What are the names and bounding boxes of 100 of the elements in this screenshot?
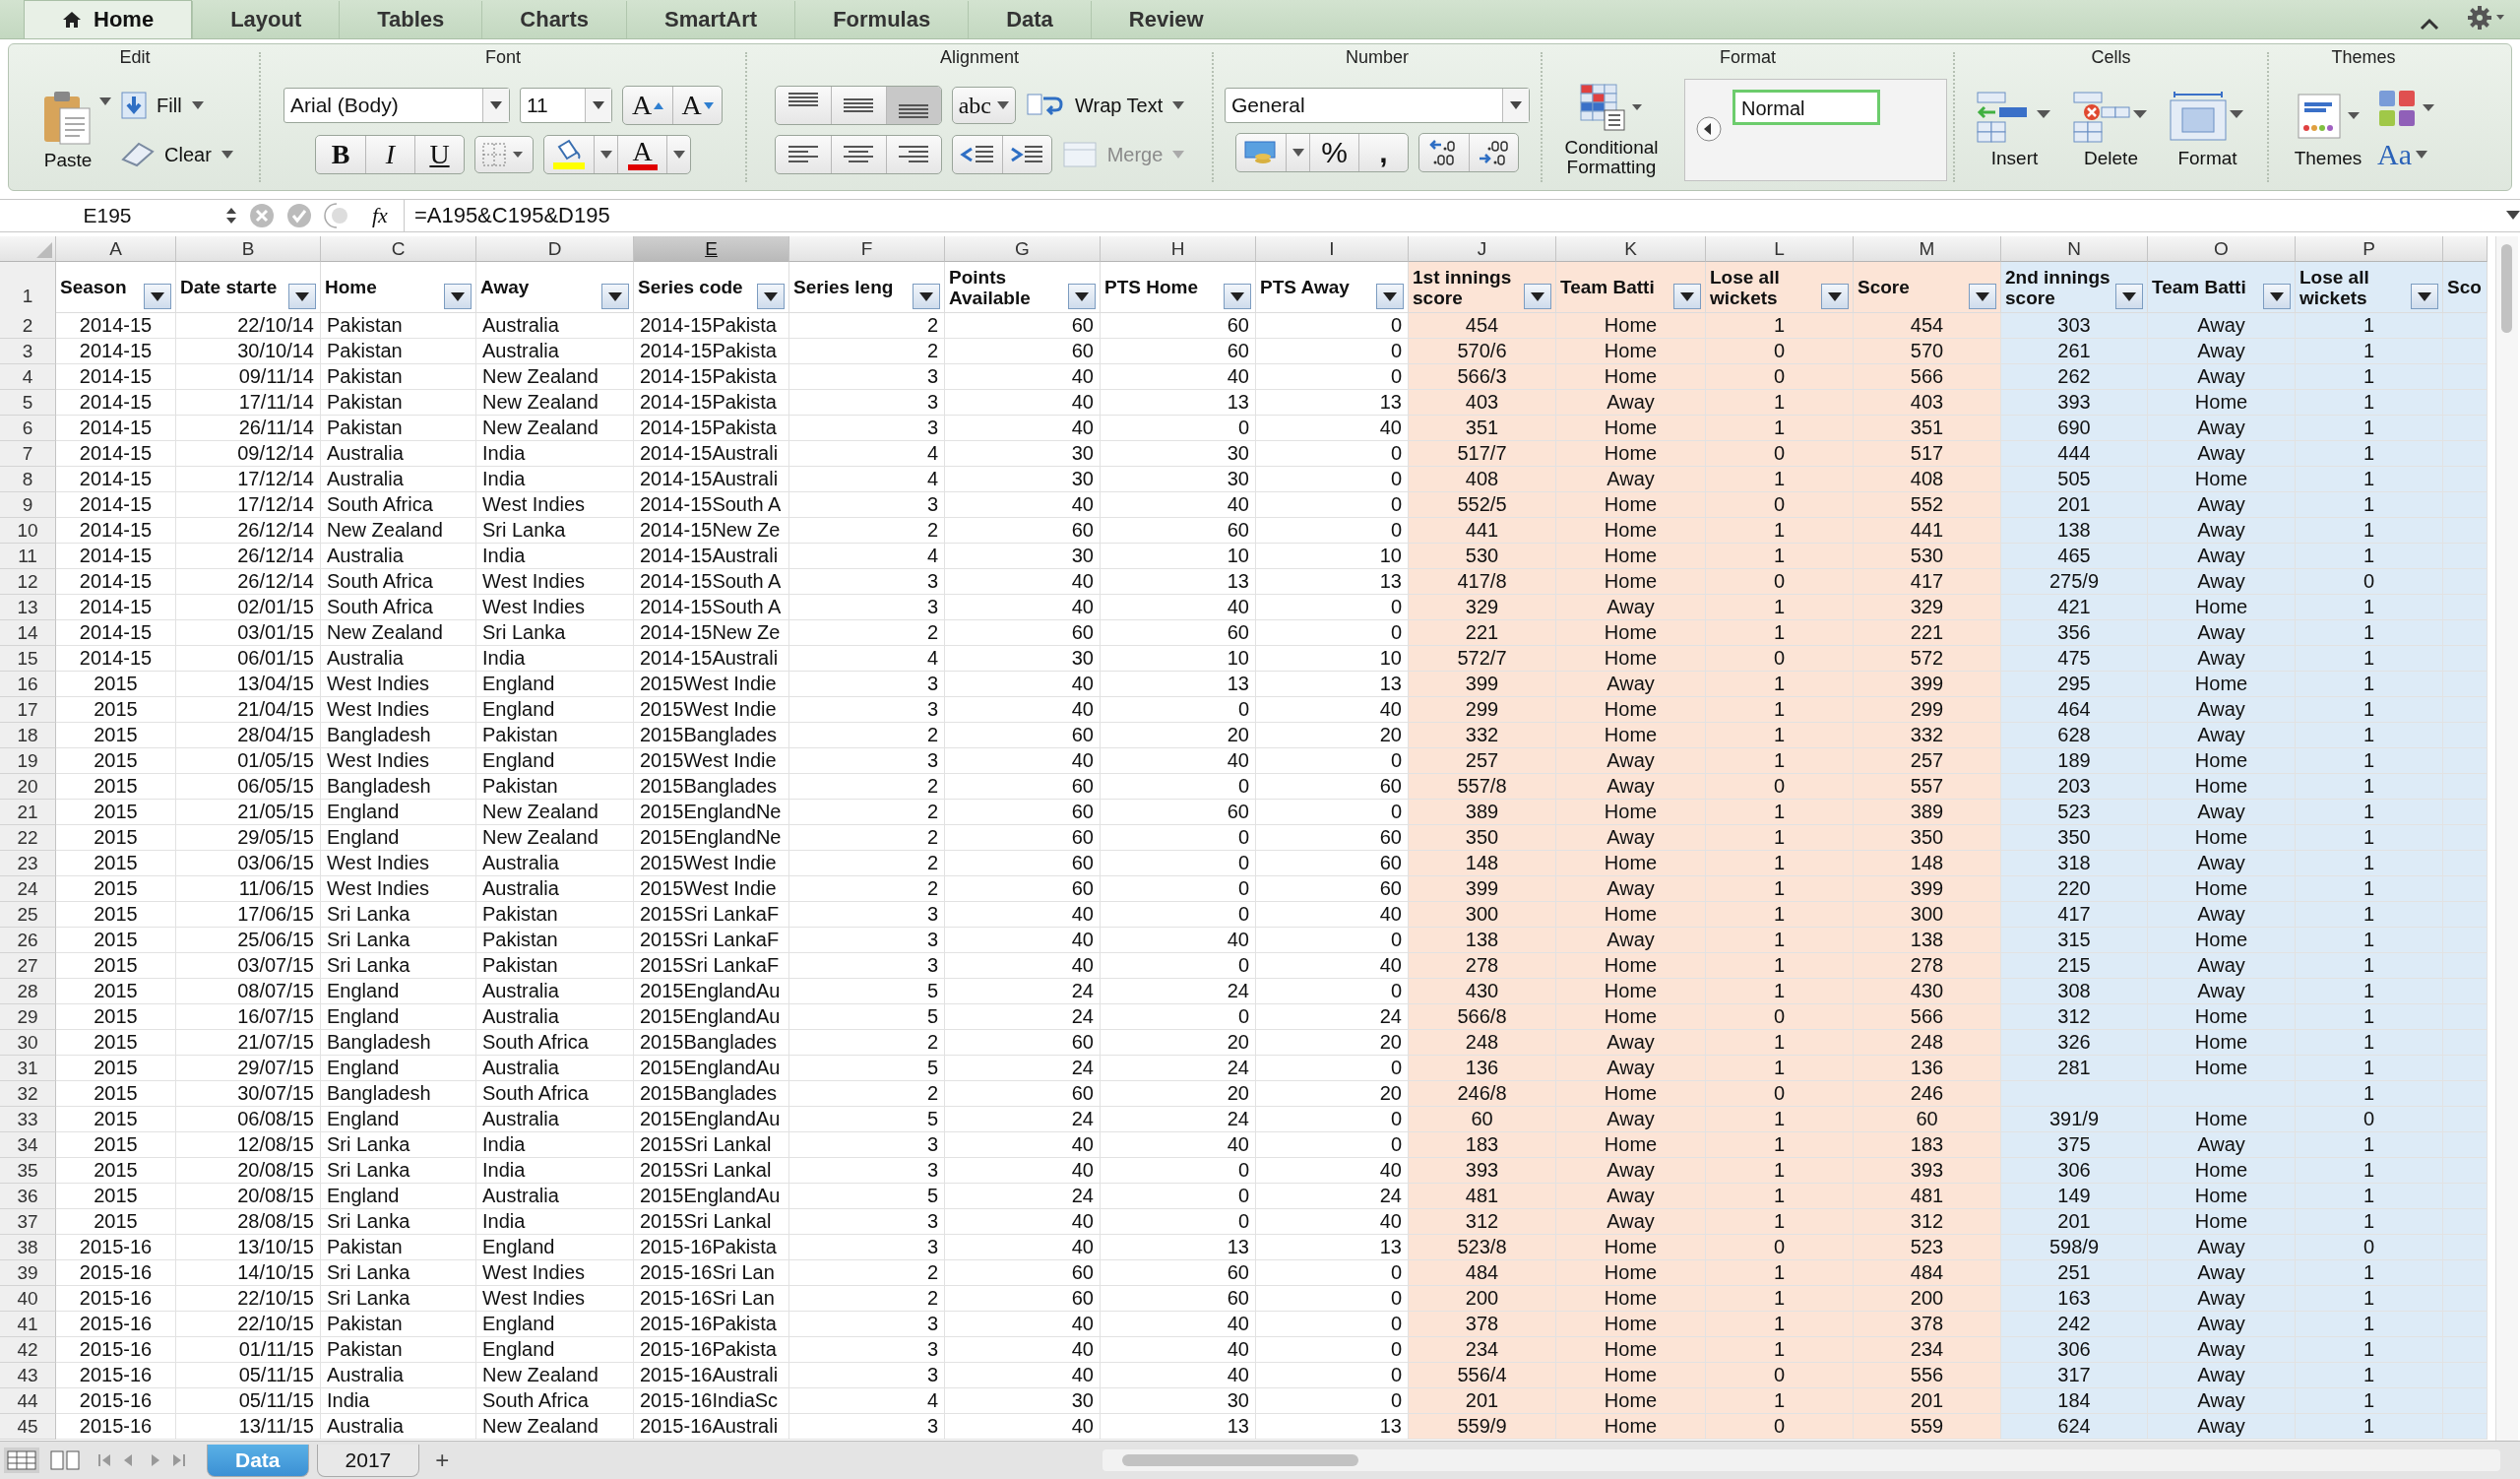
filter-button[interactable] (1673, 284, 1701, 309)
font-size-dropdown[interactable]: 11 (520, 88, 612, 123)
collapse-caret-icon[interactable] (2420, 17, 2439, 31)
table-cell: 1 (2296, 1209, 2443, 1235)
column-header[interactable]: O (2148, 236, 2296, 262)
dropdown-arrow-icon[interactable] (99, 97, 112, 105)
column-header[interactable]: J (1409, 236, 1556, 262)
text-orientation-button[interactable]: abc (951, 87, 1016, 124)
ribbon-tab[interactable]: Layout (192, 1, 340, 38)
table-cell: 30/07/15 (176, 1081, 321, 1107)
bold-button[interactable]: B (316, 136, 365, 173)
column-header[interactable]: M (1854, 236, 2001, 262)
clear-button[interactable]: Clear (121, 135, 233, 174)
column-header[interactable]: A (56, 236, 176, 262)
vertical-align-button[interactable] (885, 87, 941, 124)
themes-button[interactable]: Themes (2289, 89, 2367, 171)
filter-button[interactable] (2115, 284, 2143, 309)
filter-button[interactable] (757, 284, 785, 309)
table-cell: 1 (1706, 544, 1854, 569)
wrap-text-button[interactable]: Wrap Text (1026, 86, 1185, 125)
table-cell: Australia (476, 1004, 634, 1030)
decrease-font-size-button[interactable]: A (672, 87, 722, 124)
column-header[interactable]: P (2296, 236, 2443, 262)
settings-icon[interactable] (2467, 5, 2506, 31)
number-format-dropdown[interactable]: General (1225, 88, 1530, 123)
filter-button[interactable] (2411, 284, 2438, 309)
delete-button[interactable]: Delete (2067, 89, 2155, 171)
normal-view-icon[interactable] (4, 1447, 39, 1473)
table-cell: Home (1556, 1414, 1706, 1440)
column-header[interactable]: H (1101, 236, 1256, 262)
table-cell: Sri Lanka (476, 620, 634, 646)
insert-button[interactable]: Insert (1971, 89, 2058, 171)
filter-button[interactable] (444, 284, 472, 309)
conditional-formatting-button[interactable]: Conditional Formatting (1548, 81, 1674, 179)
column-header[interactable]: K (1556, 236, 1706, 262)
add-sheet-button[interactable]: + (427, 1447, 458, 1474)
filter-button[interactable] (1821, 284, 1849, 309)
insert-function-button[interactable]: fx (366, 203, 394, 228)
filter-button[interactable] (1524, 284, 1551, 309)
table-cell: 0 (1256, 800, 1409, 825)
filter-button[interactable] (1224, 284, 1251, 309)
table-cell (2443, 620, 2488, 646)
ribbon-tab[interactable]: Review (1090, 1, 1241, 38)
table-cell: 1 (2296, 313, 2443, 339)
filter-button[interactable] (288, 284, 316, 309)
column-header[interactable]: E (634, 236, 789, 262)
ribbon-tab[interactable]: Home (24, 0, 193, 38)
table-cell: 10 (1256, 646, 1409, 672)
table-cell: 3 (789, 569, 945, 595)
filter-button[interactable] (913, 284, 940, 309)
formula-field[interactable]: =A195&C195&D195 (403, 200, 2496, 231)
ribbon-tab[interactable]: Tables (339, 1, 482, 38)
table-cell: Australia (321, 467, 476, 492)
ribbon-tab[interactable]: Charts (481, 1, 626, 38)
comma-style-button[interactable]: , (1358, 134, 1408, 171)
column-header[interactable]: D (476, 236, 634, 262)
table-cell: 444 (2001, 441, 2148, 467)
paste-button[interactable]: Paste (36, 87, 100, 173)
table-cell: Away (2148, 492, 2296, 518)
column-header[interactable]: N (2001, 236, 2148, 262)
checkmark-icon[interactable] (285, 202, 313, 229)
column-header[interactable]: C (321, 236, 476, 262)
theme-fonts-button[interactable]: Aa (2377, 138, 2438, 171)
ribbon-tab[interactable]: Data (968, 1, 1091, 38)
filter-button[interactable] (601, 284, 629, 309)
column-header[interactable]: G (945, 236, 1101, 262)
filter-button[interactable] (1068, 284, 1096, 309)
table-cell: 251 (2001, 1260, 2148, 1286)
table-cell: Home (1556, 1004, 1706, 1030)
expand-arrow-icon[interactable] (2506, 211, 2520, 221)
underline-button[interactable]: U (414, 136, 464, 173)
increase-font-size-button[interactable]: A (623, 87, 672, 124)
column-header[interactable]: F (789, 236, 945, 262)
table-cell: 0 (1101, 1184, 1256, 1209)
percent-style-button[interactable]: % (1309, 134, 1358, 171)
column-header[interactable]: B (176, 236, 321, 262)
table-cell: Home (2148, 672, 2296, 697)
table-cell: 60 (945, 825, 1101, 851)
ribbon-tab[interactable]: SmartArt (626, 1, 795, 38)
filter-button[interactable] (144, 284, 171, 309)
column-header[interactable]: I (1256, 236, 1409, 262)
table-cell: 2015Sri Lankal (634, 1158, 789, 1184)
table-cell: 1 (2296, 697, 2443, 723)
filter-button[interactable] (2263, 284, 2291, 309)
table-cell: 1 (2296, 1158, 2443, 1184)
page-layout-view-icon[interactable] (47, 1447, 83, 1473)
filter-button[interactable] (1376, 284, 1404, 309)
italic-button[interactable]: I (365, 136, 414, 173)
name-box[interactable]: E195 (0, 204, 215, 227)
font-name-dropdown[interactable]: Arial (Body) (284, 88, 510, 123)
normal-style-swatch[interactable]: Normal (1732, 90, 1880, 125)
table-cell: 2015West Indie (634, 748, 789, 774)
fill-button[interactable]: Fill (121, 86, 233, 125)
ribbon-tab[interactable]: Formulas (794, 1, 969, 38)
filter-button[interactable] (1969, 284, 1996, 309)
format-cells-button[interactable]: Format (2164, 89, 2251, 171)
column-header[interactable]: L (1706, 236, 1854, 262)
table-cell: 300 (1854, 902, 2001, 928)
horizontal-scrollbar[interactable] (1102, 1449, 2500, 1471)
sheet-tab[interactable]: 2017 (316, 1444, 420, 1477)
